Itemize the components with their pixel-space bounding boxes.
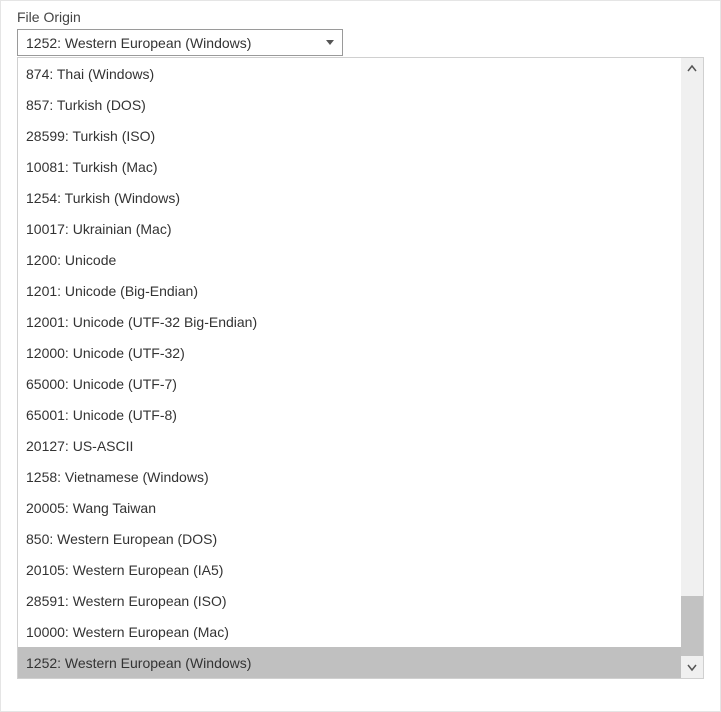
file-origin-option[interactable]: 1201: Unicode (Big-Endian) [18,275,681,306]
file-origin-option[interactable]: 28599: Turkish (ISO) [18,120,681,151]
file-origin-option[interactable]: 1254: Turkish (Windows) [18,182,681,213]
file-origin-option[interactable]: 20005: Wang Taiwan [18,492,681,523]
file-origin-selected-value: 1252: Western European (Windows) [26,35,251,51]
file-origin-option[interactable]: 20127: US-ASCII [18,430,681,461]
file-origin-label: File Origin [17,9,704,25]
dropdown-caret-icon [322,35,338,51]
file-origin-option[interactable]: 20105: Western European (IA5) [18,554,681,585]
file-origin-option[interactable]: 857: Turkish (DOS) [18,89,681,120]
file-origin-option[interactable]: 28591: Western European (ISO) [18,585,681,616]
scroll-down-button[interactable] [681,656,703,678]
file-origin-option-list: 874: Thai (Windows)857: Turkish (DOS)285… [18,58,681,678]
scroll-thumb[interactable] [681,596,703,656]
file-origin-option[interactable]: 10000: Western European (Mac) [18,616,681,647]
file-origin-option[interactable]: 10017: Ukrainian (Mac) [18,213,681,244]
file-origin-select[interactable]: 1252: Western European (Windows) [17,29,343,56]
file-origin-option[interactable]: 65000: Unicode (UTF-7) [18,368,681,399]
file-origin-option[interactable]: 1252: Western European (Windows) [18,647,681,678]
scroll-up-button[interactable] [681,58,703,80]
file-origin-option[interactable]: 12001: Unicode (UTF-32 Big-Endian) [18,306,681,337]
file-origin-option[interactable]: 850: Western European (DOS) [18,523,681,554]
file-origin-option[interactable]: 1200: Unicode [18,244,681,275]
scroll-track[interactable] [681,80,703,656]
file-origin-option[interactable]: 10081: Turkish (Mac) [18,151,681,182]
file-origin-option[interactable]: 12000: Unicode (UTF-32) [18,337,681,368]
file-origin-option[interactable]: 65001: Unicode (UTF-8) [18,399,681,430]
scrollbar[interactable] [681,58,703,678]
file-origin-option[interactable]: 1258: Vietnamese (Windows) [18,461,681,492]
file-origin-option[interactable]: 874: Thai (Windows) [18,58,681,89]
file-origin-dropdown: 874: Thai (Windows)857: Turkish (DOS)285… [17,57,704,679]
